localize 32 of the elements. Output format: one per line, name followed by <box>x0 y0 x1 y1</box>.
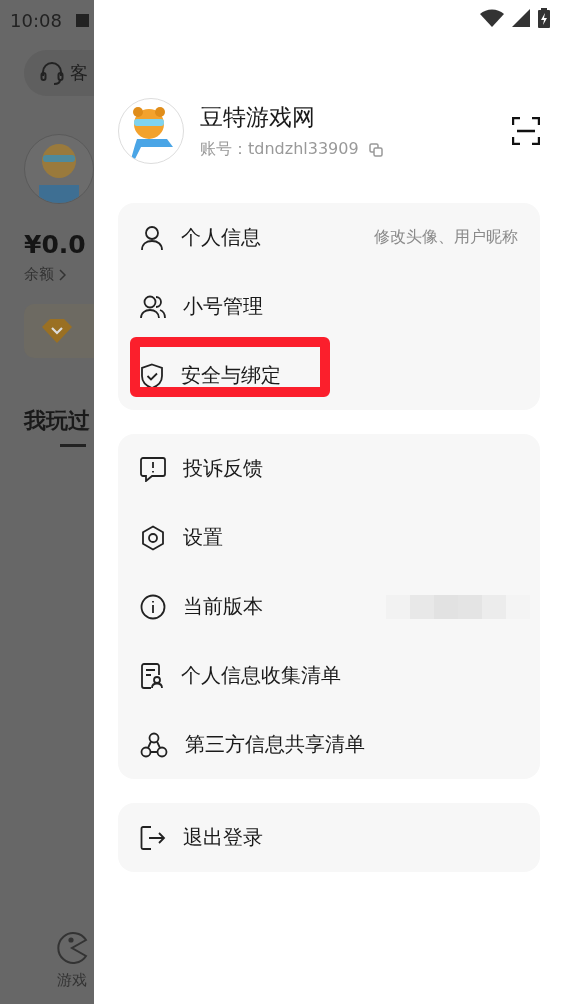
battery-icon <box>538 8 550 28</box>
share-network-icon <box>140 731 168 758</box>
copy-icon[interactable] <box>368 142 383 157</box>
chevron-right-icon <box>59 268 66 281</box>
menu-item[interactable]: 第三方信息共享清单 <box>118 710 540 779</box>
person-icon <box>140 224 164 251</box>
menu-item[interactable]: 当前版本 <box>118 572 540 641</box>
menu-item[interactable]: 投诉反馈 <box>118 434 540 503</box>
menu-item[interactable]: 安全与绑定 <box>118 341 540 410</box>
settings-icon <box>140 524 166 551</box>
menu-item[interactable]: 小号管理 <box>118 272 540 341</box>
speech-bubble-alert-icon <box>140 455 166 482</box>
headset-icon <box>40 60 64 86</box>
menu-item[interactable]: 退出登录 <box>118 803 540 872</box>
document-person-icon <box>140 662 164 689</box>
shield-check-icon <box>140 362 164 389</box>
scan-icon[interactable] <box>512 117 540 145</box>
wifi-icon <box>480 9 504 27</box>
user-name: 豆特游戏网 <box>200 103 316 132</box>
account-id: 账号：tdndzhl33909 <box>200 139 359 160</box>
menu-item[interactable]: 个人信息 修改头像、用户昵称 <box>118 203 540 272</box>
menu-item[interactable]: 设置 <box>118 503 540 572</box>
status-time: 10:08 <box>10 9 62 31</box>
people-icon <box>140 294 166 319</box>
diamond-icon <box>42 319 72 343</box>
info-icon <box>140 593 166 620</box>
menu-item[interactable]: 个人信息收集清单 <box>118 641 540 710</box>
signal-icon <box>512 9 530 27</box>
menu-item-hint: 修改头像、用户昵称 <box>374 227 518 248</box>
logout-icon <box>140 825 166 850</box>
balance-amount: ¥0.0 <box>24 230 87 259</box>
game-icon <box>55 931 89 965</box>
